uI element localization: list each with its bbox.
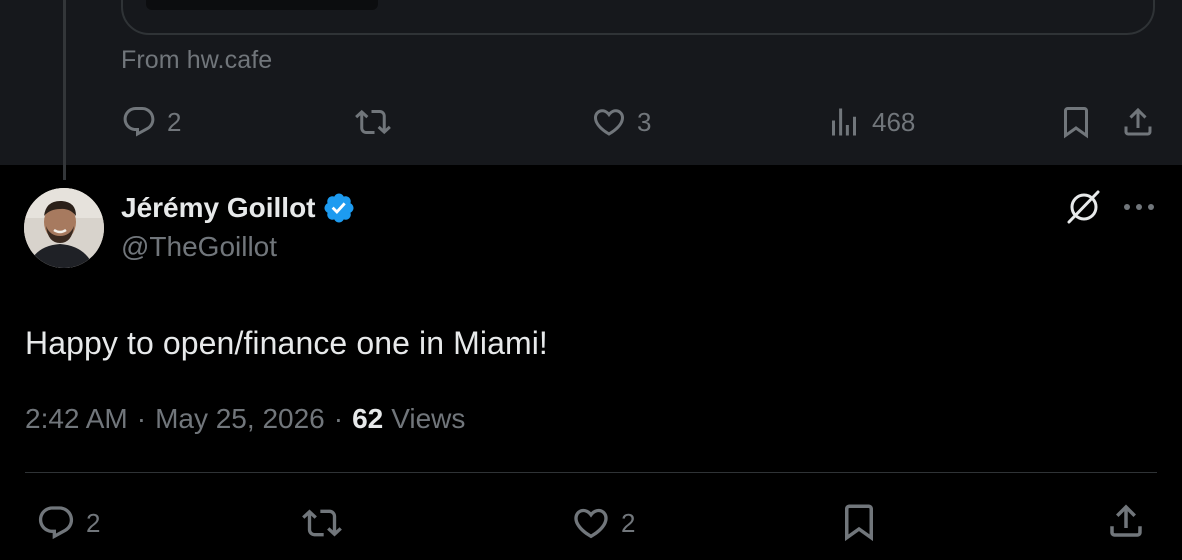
avatar[interactable] xyxy=(24,188,104,268)
grok-button[interactable] xyxy=(1064,187,1104,232)
share-icon xyxy=(1124,107,1152,136)
parent-bookmark-button[interactable] xyxy=(1058,104,1094,140)
views-icon xyxy=(832,108,856,136)
author-handle[interactable]: @TheGoillot xyxy=(121,231,277,263)
parent-views-count: 468 xyxy=(872,106,916,137)
share-icon xyxy=(1110,504,1142,537)
verified-badge-icon[interactable] xyxy=(322,191,356,225)
card-source-link[interactable]: From hw.cafe xyxy=(121,46,272,75)
parent-like-count: 3 xyxy=(637,106,652,137)
bookmark-button[interactable] xyxy=(838,501,880,543)
reply-button[interactable]: 2 xyxy=(36,503,100,543)
divider xyxy=(25,472,1157,473)
meta-separator: · xyxy=(333,403,344,434)
parent-reply-count: 2 xyxy=(167,106,182,137)
parent-repost-button[interactable] xyxy=(355,104,401,140)
parent-views-button[interactable]: 468 xyxy=(826,104,915,140)
reply-icon xyxy=(38,506,74,540)
tweet-views-link[interactable]: 62 Views xyxy=(352,403,465,435)
views-count: 62 xyxy=(352,403,384,434)
share-button[interactable] xyxy=(1105,500,1147,542)
tweet-date[interactable]: May 25, 2026 xyxy=(155,403,325,435)
reply-count: 2 xyxy=(86,507,101,538)
card-caption-chip xyxy=(146,0,378,10)
parent-reply-button[interactable]: 2 xyxy=(121,104,181,140)
author-name[interactable]: Jérémy Goillot xyxy=(121,191,356,225)
repost-icon xyxy=(355,109,391,135)
reply-icon xyxy=(123,107,155,137)
more-icon xyxy=(1124,204,1154,210)
repost-button[interactable] xyxy=(302,503,352,543)
grok-icon xyxy=(1067,190,1100,224)
tweet-time[interactable]: 2:42 AM xyxy=(25,403,128,435)
bookmark-icon xyxy=(1064,107,1088,139)
like-button[interactable]: 2 xyxy=(571,503,635,543)
parent-tweet[interactable]: From hw.cafe 2 3 468 xyxy=(0,0,1182,165)
tweet-detail-page: From hw.cafe 2 3 468 Jérémy Goillot @The… xyxy=(0,0,1182,560)
like-icon xyxy=(574,508,608,539)
parent-share-button[interactable] xyxy=(1120,104,1156,140)
like-count: 2 xyxy=(621,507,636,538)
avatar-photo xyxy=(24,188,104,268)
author-name-text: Jérémy Goillot xyxy=(121,192,316,223)
more-options-button[interactable] xyxy=(1122,197,1156,222)
repost-icon xyxy=(302,509,342,537)
like-icon xyxy=(593,109,625,136)
parent-like-button[interactable]: 3 xyxy=(591,104,651,140)
tweet-metadata: 2:42 AM · May 25, 2026 · 62 Views xyxy=(25,403,465,435)
views-label: Views xyxy=(391,403,466,434)
bookmark-icon xyxy=(845,504,873,542)
tweet-text: Happy to open/finance one in Miami! xyxy=(25,325,548,361)
thread-connector-line xyxy=(63,0,66,180)
meta-separator: · xyxy=(136,403,147,434)
